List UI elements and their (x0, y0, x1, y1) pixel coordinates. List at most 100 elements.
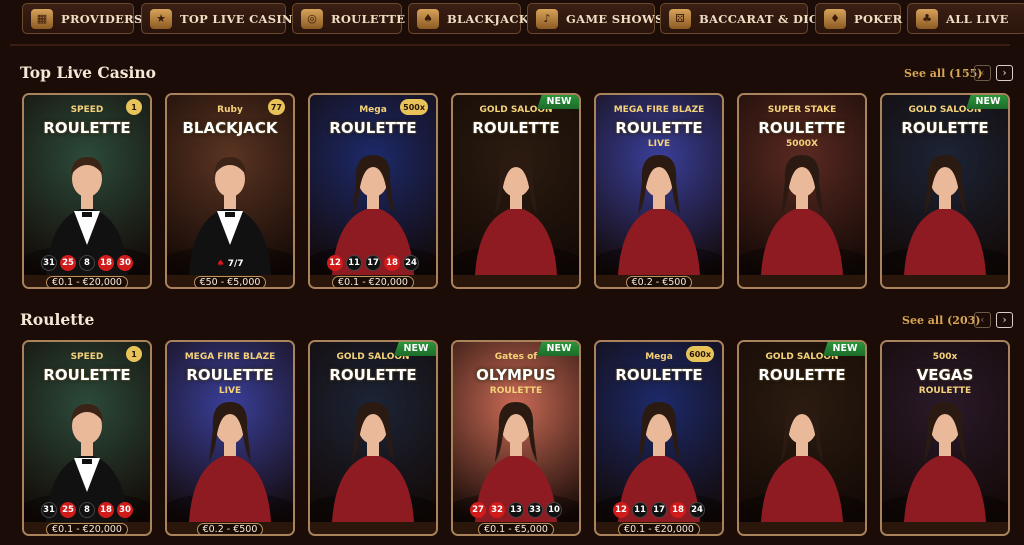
result-number: 8 (79, 502, 95, 518)
providers-icon: ▦ (31, 8, 53, 29)
result-number: 11 (632, 502, 648, 518)
seats-available: ♠ 7/7 (167, 259, 293, 269)
nav-item-label: POKER (854, 11, 903, 26)
nav-item-top-live-casino[interactable]: ★ TOP LIVE CASINO (141, 3, 303, 34)
game-logo: ROULETTE (472, 119, 560, 137)
game-logo: ROULETTE (329, 119, 417, 137)
game-logo-top: 500x (932, 352, 958, 362)
carousel-prev-button[interactable]: ‹ (974, 65, 991, 81)
game-logo-top: MEGA FIRE BLAZE (184, 352, 276, 362)
tile-footer: €0.1 - €20,000 (24, 275, 150, 287)
bet-limits: €0.1 - €20,000 (332, 275, 414, 287)
multiplier-badge: 600x (686, 346, 714, 362)
bet-limits: €0.1 - €20,000 (46, 275, 128, 287)
result-number: 18 (384, 255, 400, 271)
game-thumbnail: 500x VEGAS ROULETTE (882, 342, 1008, 522)
chevron-left-icon: ‹ (980, 67, 985, 79)
game-thumbnail: GOLD SALOON ROULETTE (310, 342, 436, 522)
category-nav: ▦ PROVIDERS ★ TOP LIVE CASINO ◎ ROULETTE ♠ BLAC… (0, 0, 1024, 40)
new-badge: NEW (537, 342, 579, 356)
result-number: 33 (527, 502, 543, 518)
result-number: 11 (346, 255, 362, 271)
game-tile[interactable]: Mega ROULETTE 600x 12 11 17 18 24 €0.1 - €20,000 (594, 340, 724, 536)
see-all-link[interactable]: See all (155) (904, 67, 982, 80)
nav-item-baccarat-dice[interactable]: ⚄ BACCARAT & DICE (660, 3, 827, 34)
game-logo: ROULETTE (615, 119, 703, 137)
game-logo-top: SUPER STAKE (767, 105, 837, 115)
game-logo-top: MEGA FIRE BLAZE (613, 105, 705, 115)
nav-item-providers[interactable]: ▦ PROVIDERS (22, 3, 142, 34)
nav-item-label: PROVIDERS (61, 11, 143, 26)
game-logo-sub: ROULETTE (489, 386, 543, 396)
game-logo: ROULETTE (329, 366, 417, 384)
recent-results: 12 11 17 18 24 (310, 255, 436, 271)
game-tile[interactable]: SPEED ROULETTE 1 31 25 8 18 30 €0.1 - €20,000 (22, 93, 152, 289)
game-tile[interactable]: GOLD SALOON ROULETTE NEW (880, 93, 1010, 289)
result-number: 31 (41, 502, 57, 518)
game-logo: ROULETTE (615, 366, 703, 384)
carousel-next-button[interactable]: › (996, 312, 1013, 328)
tile-footer (453, 275, 579, 287)
nav-item-blackjack[interactable]: ♠ BLACKJACK (408, 3, 529, 34)
bet-limits: €0.2 - €500 (625, 275, 693, 287)
game-logo: ROULETTE (758, 366, 846, 384)
nav-item-roulette[interactable]: ◎ ROULETTE (292, 3, 406, 34)
all-live-icon: ♣ (916, 8, 938, 29)
result-number: 12 (613, 502, 629, 518)
nav-item-label: ROULETTE (331, 11, 406, 26)
multiplier-badge: 500x (400, 99, 428, 115)
microphone-icon: ♪ (536, 8, 558, 29)
game-thumbnail: Ruby BLACKJACK 77 ♠ 7/7 (167, 95, 293, 275)
game-thumbnail: Mega ROULETTE 500x 12 11 17 18 24 (310, 95, 436, 275)
game-thumbnail: MEGA FIRE BLAZE ROULETTE LIVE (167, 342, 293, 522)
carousel-prev-button[interactable]: ‹ (974, 312, 991, 328)
nav-item-label: BACCARAT & DICE (699, 11, 828, 26)
game-tile[interactable]: Mega ROULETTE 500x 12 11 17 18 24 €0.1 - €20,000 (308, 93, 438, 289)
game-tile[interactable]: Gates of OLYMPUS ROULETTE 27 32 13 33 10 NEW €0.1… (451, 340, 581, 536)
tile-footer: €0.2 - €500 (596, 275, 722, 287)
tile-footer: €50 - €5,000 (167, 275, 293, 287)
game-tile[interactable]: SPEED ROULETTE 1 31 25 8 18 30 €0.1 - €20,000 (22, 340, 152, 536)
game-thumbnail: GOLD SALOON ROULETTE (739, 342, 865, 522)
game-logo-sub: LIVE (647, 139, 671, 149)
result-number: 30 (117, 255, 133, 271)
game-tile[interactable]: 500x VEGAS ROULETTE (880, 340, 1010, 536)
game-logo: ROULETTE (43, 366, 131, 384)
roulette-wheel-icon: ◎ (301, 8, 323, 29)
nav-item-game-shows[interactable]: ♪ GAME SHOWS (527, 3, 663, 34)
game-logo: VEGAS (916, 366, 974, 384)
playing-cards-icon: ♠ (417, 8, 439, 29)
result-number: 32 (489, 502, 505, 518)
game-thumbnail: MEGA FIRE BLAZE ROULETTE LIVE (596, 95, 722, 275)
nav-item-all-live[interactable]: ♣ ALL LIVE (907, 3, 1024, 34)
result-number: 10 (546, 502, 562, 518)
recent-results: 27 32 13 33 10 (453, 502, 579, 518)
tile-footer (882, 275, 1008, 287)
game-tile[interactable]: MEGA FIRE BLAZE ROULETTE LIVE €0.2 - €500 (594, 93, 724, 289)
game-logo-sub: LIVE (218, 386, 242, 396)
nav-item-label: GAME SHOWS (566, 11, 664, 26)
tile-footer (882, 522, 1008, 534)
game-tile[interactable]: GOLD SALOON ROULETTE NEW (737, 340, 867, 536)
result-number: 27 (470, 502, 486, 518)
tile-footer: €0.2 - €500 (167, 522, 293, 534)
game-tile[interactable]: SUPER STAKE ROULETTE 5000X (737, 93, 867, 289)
multiplier-badge: 77 (267, 99, 285, 115)
recent-results: 31 25 8 18 30 (24, 255, 150, 271)
game-tile[interactable]: MEGA FIRE BLAZE ROULETTE LIVE €0.2 - €500 (165, 340, 295, 536)
game-tile[interactable]: Ruby BLACKJACK 77 ♠ 7/7 €50 - €5,000 (165, 93, 295, 289)
nav-item-poker[interactable]: ♦ POKER (815, 3, 903, 34)
game-thumbnail: SPEED ROULETTE 1 31 25 8 18 30 (24, 342, 150, 522)
game-tile[interactable]: GOLD SALOON ROULETTE NEW (451, 93, 581, 289)
poker-chip-icon: ♦ (824, 8, 846, 29)
game-tile[interactable]: GOLD SALOON ROULETTE NEW (308, 340, 438, 536)
game-logo-sub: 5000X (786, 139, 818, 149)
result-number: 24 (689, 502, 705, 518)
new-badge: NEW (823, 342, 865, 356)
carousel-next-button[interactable]: › (996, 65, 1013, 81)
see-all-link[interactable]: See all (203) (902, 314, 980, 327)
result-number: 31 (41, 255, 57, 271)
section-title: Top Live Casino (20, 63, 156, 82)
result-number: 8 (79, 255, 95, 271)
new-badge: NEW (537, 95, 579, 109)
